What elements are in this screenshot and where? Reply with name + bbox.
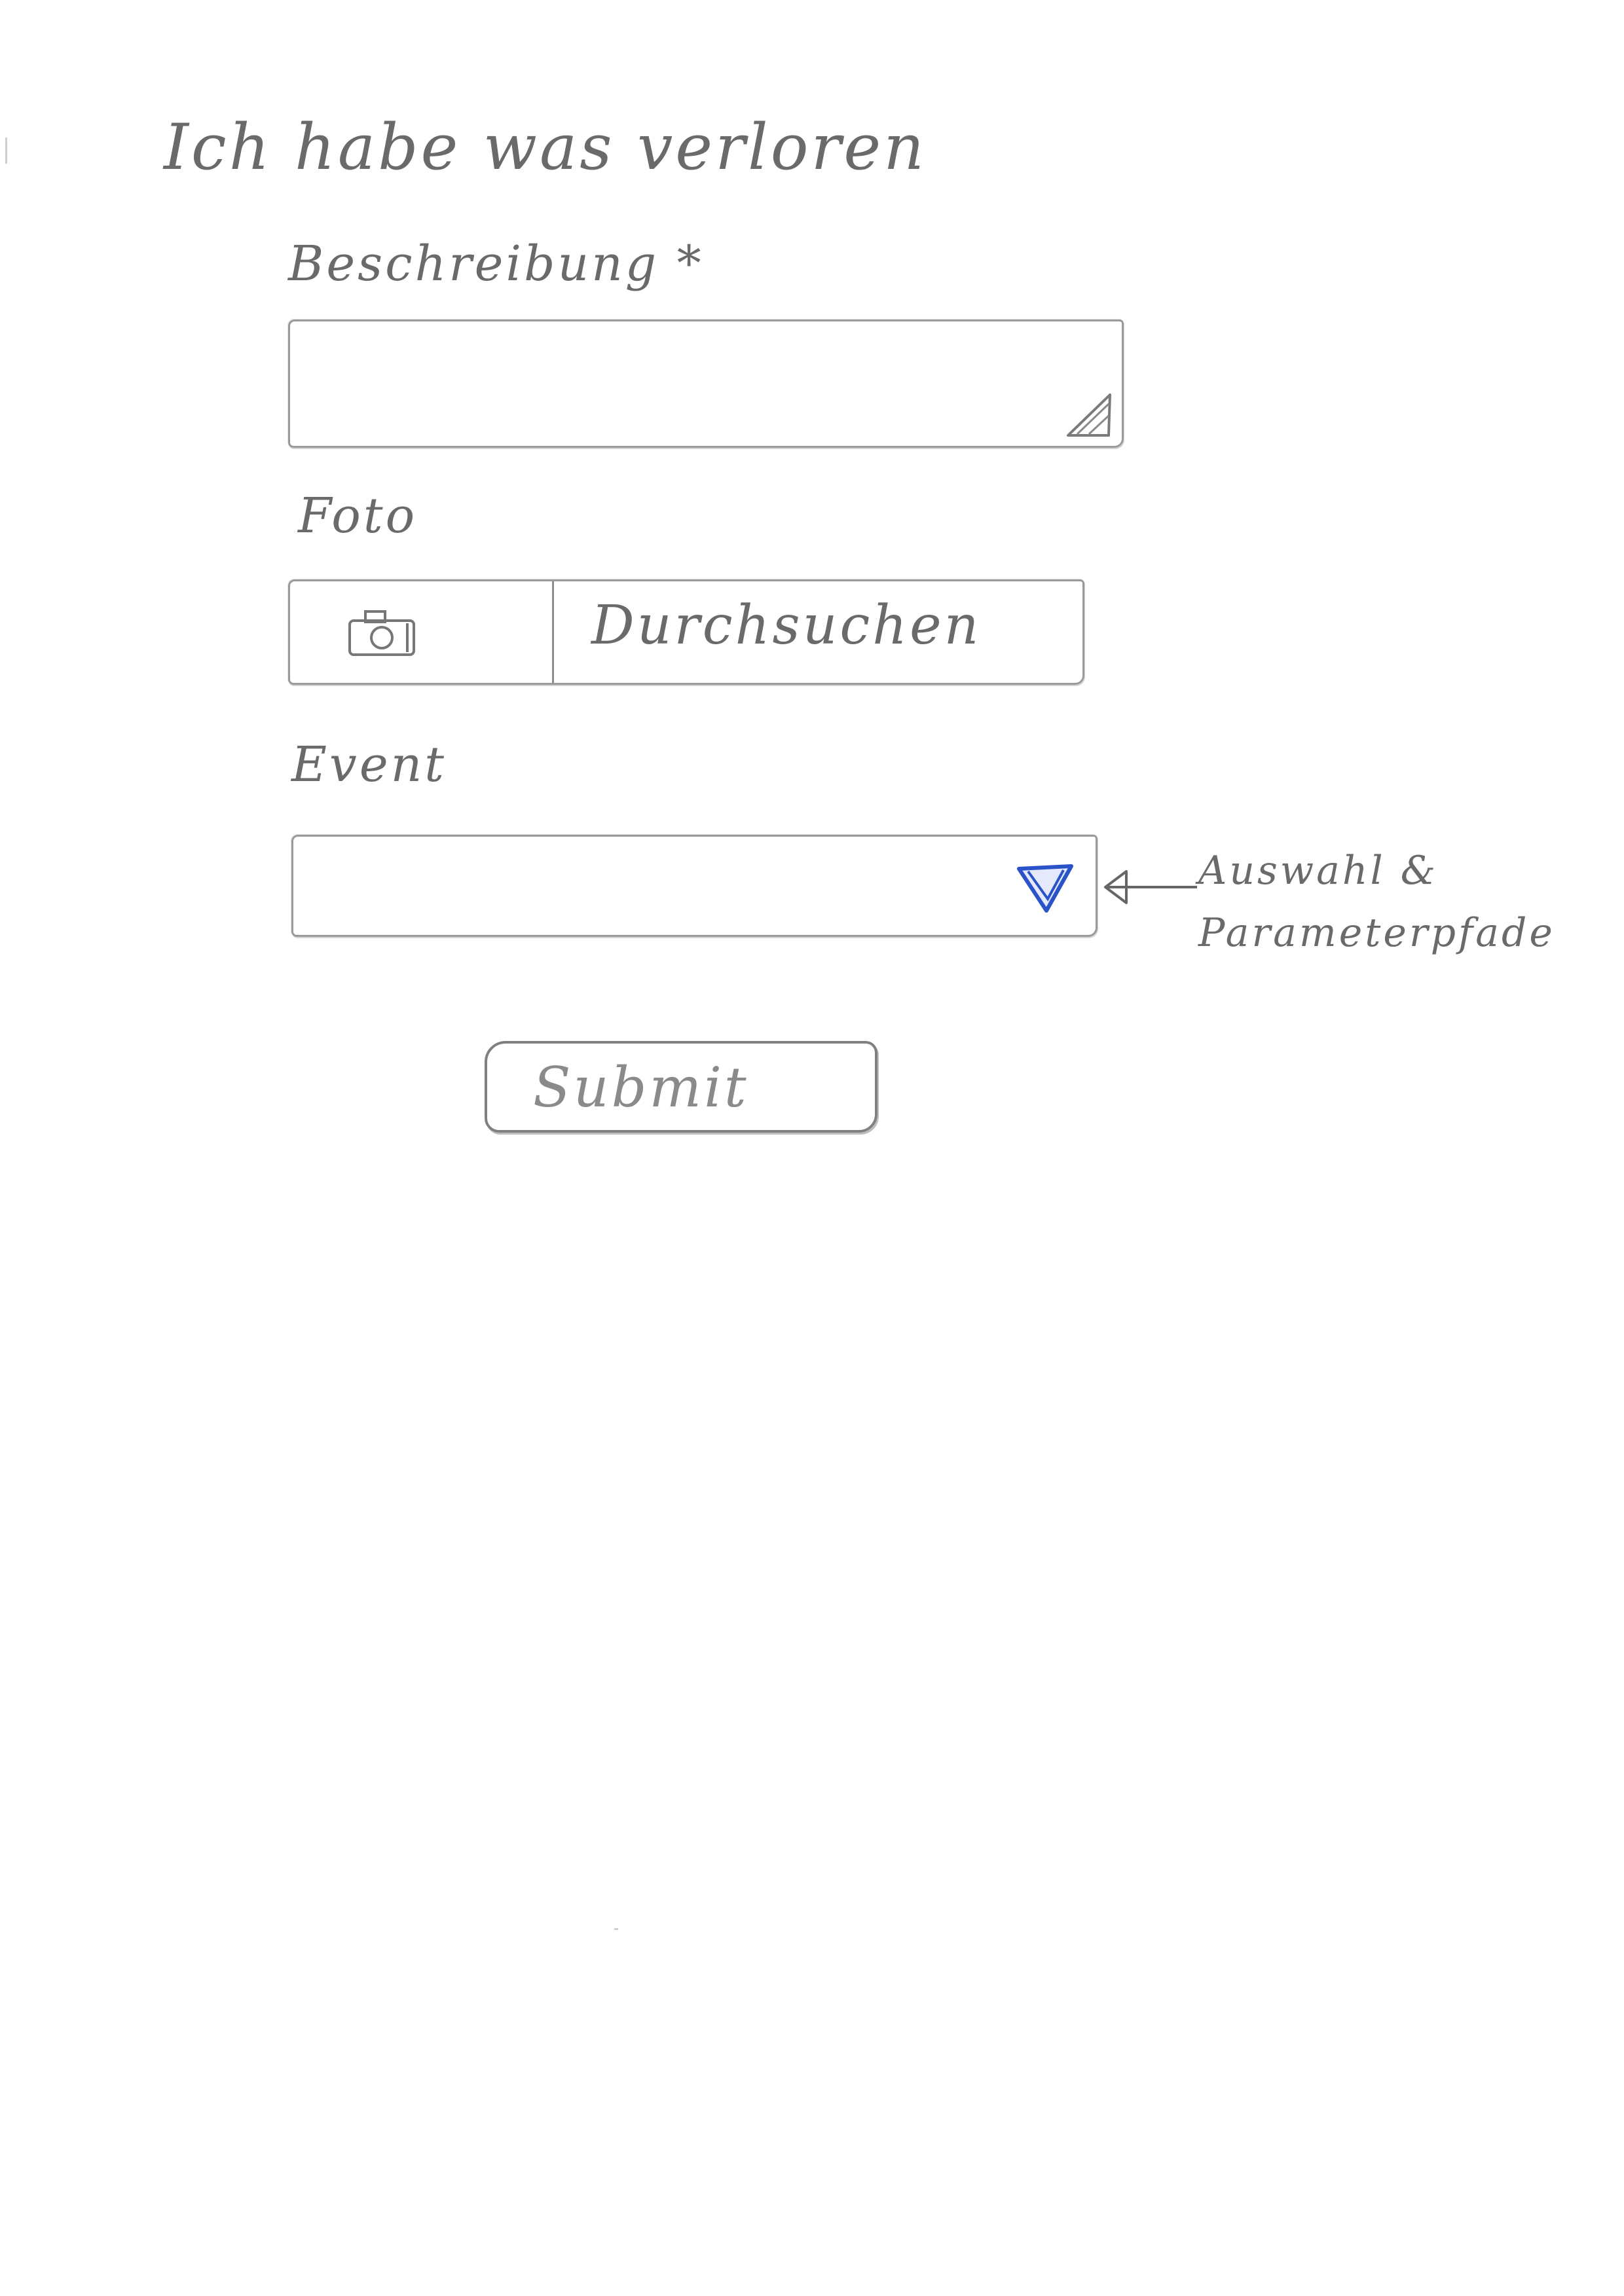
browse-button[interactable]: Durchsuchen <box>591 594 981 657</box>
annotation-text-line-2: Parameterpfade <box>1198 910 1555 956</box>
event-select[interactable] <box>291 835 1098 937</box>
photo-field-divider <box>552 581 554 683</box>
scan-speck <box>614 1928 618 1930</box>
description-label: Beschreibung * <box>288 236 704 292</box>
description-textarea[interactable] <box>288 319 1124 448</box>
event-label: Event <box>291 737 447 793</box>
photo-upload-field[interactable]: Durchsuchen <box>288 579 1084 685</box>
page-title: Ich habe was verloren <box>164 111 927 185</box>
camera-icon <box>348 610 415 656</box>
annotation-text-line-1: Auswahl & <box>1198 848 1439 894</box>
submit-button[interactable]: Submit <box>485 1041 877 1133</box>
photo-label: Foto <box>298 488 418 544</box>
scan-speck <box>5 137 7 164</box>
resize-handle-icon[interactable] <box>1063 388 1115 441</box>
sketch-page: Ich habe was verloren Beschreibung * Fot… <box>0 0 1624 2296</box>
triangle-down-icon[interactable] <box>1014 860 1076 915</box>
arrow-left-icon <box>1104 870 1197 904</box>
submit-label: Submit <box>533 1055 749 1120</box>
